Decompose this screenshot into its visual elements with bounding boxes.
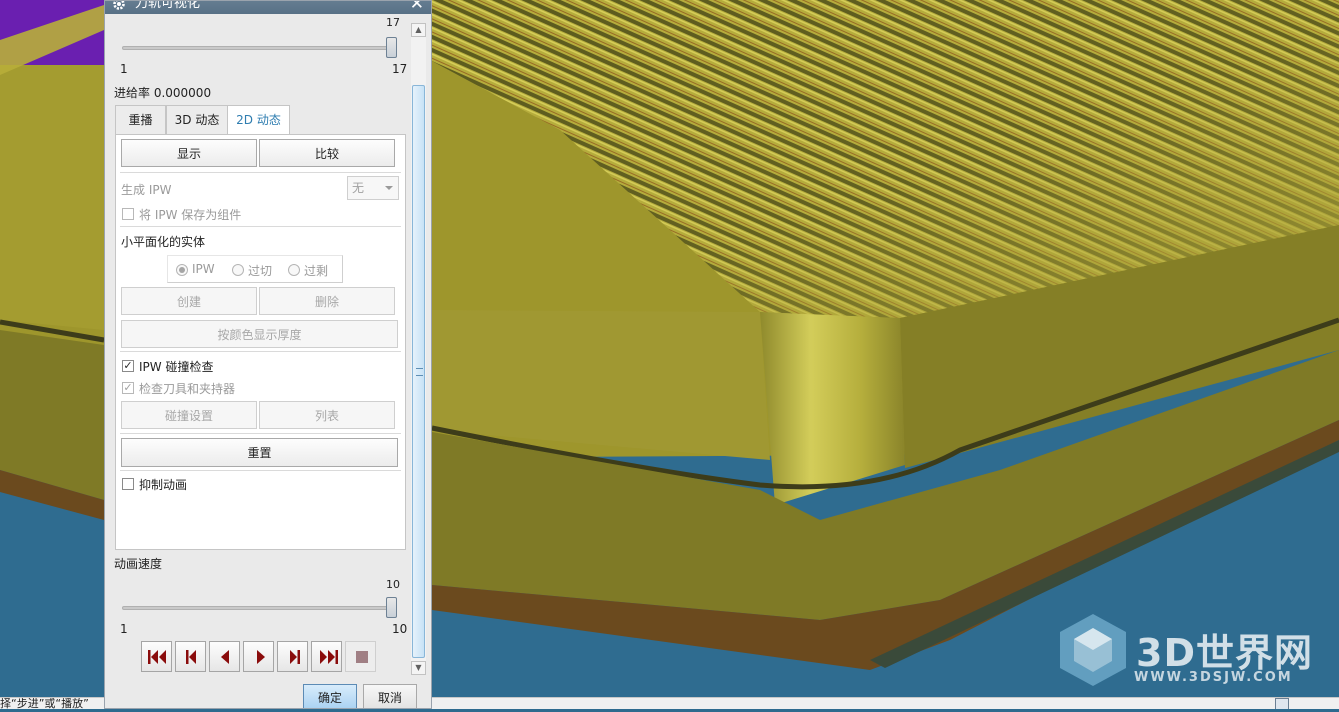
scrollbar-thumb[interactable] (412, 85, 425, 658)
separator (120, 351, 401, 352)
save-ipw-component-checkbox[interactable] (122, 208, 134, 220)
step-forward-button[interactable] (277, 641, 308, 672)
tab-3d-dynamic[interactable]: 3D 动态 (166, 105, 228, 135)
separator (120, 433, 401, 434)
suppress-animation-checkbox[interactable] (122, 478, 134, 490)
tab-panel-2d-dynamic: 显示 比较 生成 IPW 无 将 IPW 保存为组件 小平面化的实体 IPW 过… (115, 134, 406, 550)
watermark-text: 3D世界网 (1136, 631, 1313, 675)
list-button[interactable]: 列表 (259, 401, 395, 429)
stop-icon (356, 651, 368, 663)
radio-ipw-label: IPW (192, 262, 215, 276)
cube-logo-icon (1060, 614, 1126, 686)
step-slider-track[interactable] (122, 46, 390, 50)
play-forward-button[interactable] (243, 641, 274, 672)
play-reverse-icon (221, 650, 229, 664)
separator (120, 172, 401, 173)
tab-2d-dynamic[interactable]: 2D 动态 (227, 105, 290, 136)
grip-icon (416, 368, 423, 376)
faceted-solid-label: 小平面化的实体 (121, 235, 206, 249)
close-icon[interactable]: ✕ (410, 1, 424, 13)
check-tool-holder-label: 检查刀具和夹持器 (139, 382, 236, 396)
radio-excess[interactable] (288, 264, 300, 276)
cancel-button[interactable]: 取消 (363, 684, 417, 708)
radio-overcut-label: 过切 (248, 264, 273, 278)
step-slider-min: 1 (120, 62, 128, 76)
step-forward-icon (290, 650, 300, 664)
watermark: 3D世界网 WWW.3DSJW.COM (1054, 610, 1324, 690)
generate-ipw-select[interactable]: 无 (347, 176, 399, 200)
step-slider-current: 17 (386, 16, 400, 29)
step-slider-thumb[interactable] (386, 37, 397, 58)
display-button[interactable]: 显示 (121, 139, 257, 167)
check-tool-holder-checkbox[interactable]: ✓ (122, 382, 134, 394)
show-thickness-by-color-button[interactable]: 按颜色显示厚度 (121, 320, 398, 348)
animation-speed-label: 动画速度 (114, 557, 163, 571)
reset-button[interactable]: 重置 (121, 438, 398, 467)
generate-ipw-value: 无 (352, 181, 365, 195)
animation-speed-min: 1 (120, 622, 128, 636)
scroll-up-icon[interactable]: ▲ (411, 23, 426, 37)
faceted-solid-radio-group: IPW 过切 过剩 (167, 255, 343, 283)
tab-replay[interactable]: 重播 (115, 105, 166, 135)
dialog-title-bar[interactable]: 刀轨可视化 ✕ (105, 0, 431, 14)
gear-icon (113, 1, 125, 10)
status-window-icon[interactable] (1275, 698, 1289, 709)
compare-button[interactable]: 比较 (259, 139, 395, 167)
animation-speed-thumb[interactable] (386, 597, 397, 618)
ok-button[interactable]: 确定 (303, 684, 357, 708)
rewind-to-start-button[interactable] (141, 641, 172, 672)
save-ipw-component-label: 将 IPW 保存为组件 (139, 208, 242, 222)
step-back-button[interactable] (175, 641, 206, 672)
generate-ipw-label: 生成 IPW (121, 183, 172, 197)
dialog-scrollbar[interactable]: ▲ ▼ (411, 23, 426, 675)
suppress-animation-label: 抑制动画 (139, 478, 188, 492)
radio-excess-label: 过剩 (304, 264, 329, 278)
radio-ipw[interactable] (176, 264, 188, 276)
collision-settings-button[interactable]: 碰撞设置 (121, 401, 257, 429)
scroll-down-icon[interactable]: ▼ (411, 661, 426, 675)
animation-speed-track[interactable] (122, 606, 390, 610)
animation-speed-current: 10 (386, 578, 400, 591)
ipw-collision-check-label: IPW 碰撞检查 (139, 360, 214, 374)
dialog-title: 刀轨可视化 (135, 0, 201, 11)
fast-forward-button[interactable] (311, 641, 342, 672)
play-forward-icon (257, 650, 265, 664)
separator (120, 226, 401, 227)
watermark-url: WWW.3DSJW.COM (1134, 670, 1293, 685)
feed-rate-label: 进给率 0.000000 (114, 86, 212, 100)
ipw-collision-check-checkbox[interactable]: ✓ (122, 360, 134, 372)
delete-button[interactable]: 删除 (259, 287, 395, 315)
step-back-icon (186, 650, 196, 664)
create-button[interactable]: 创建 (121, 287, 257, 315)
toolpath-visualization-dialog: 刀轨可视化 ✕ 17 1 17 进给率 0.000000 重播 3D 动态 2D… (104, 0, 432, 709)
play-reverse-button[interactable] (209, 641, 240, 672)
status-message: 择“步进”或“播放” (0, 697, 89, 709)
separator (120, 470, 401, 471)
radio-overcut[interactable] (232, 264, 244, 276)
chevron-down-icon (385, 186, 393, 190)
stop-button[interactable] (345, 641, 376, 672)
rewind-to-start-icon (148, 650, 166, 664)
animation-speed-max: 10 (392, 622, 408, 636)
fast-forward-icon (320, 650, 338, 664)
step-slider-max: 17 (392, 62, 408, 76)
